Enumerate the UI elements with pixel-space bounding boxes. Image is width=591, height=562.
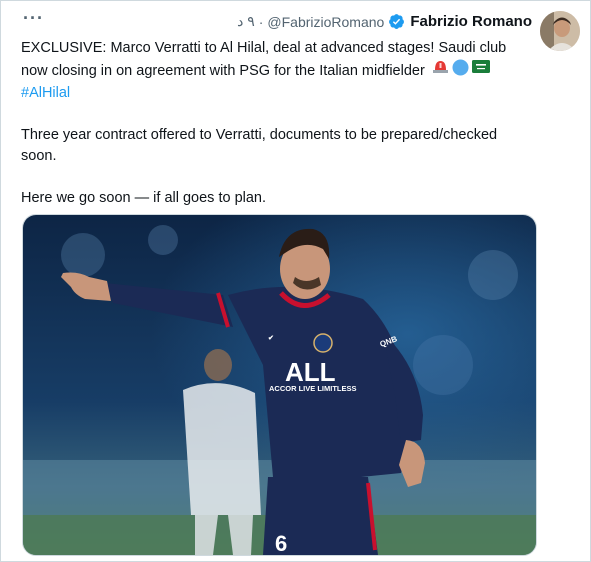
- author-name[interactable]: Fabrizio Romano: [410, 13, 532, 30]
- jersey-sponsor-line2: ACCOR LIVE LIMITLESS: [269, 384, 357, 393]
- header-separator: ·: [258, 13, 264, 30]
- tweet-card: ··· ٩ د · @FabrizioRomano Fabrizio Roman…: [0, 0, 591, 562]
- more-icon: ···: [23, 8, 44, 28]
- tweet-text: EXCLUSIVE: Marco Verratti to Al Hilal, d…: [21, 38, 521, 209]
- more-options-button[interactable]: ···: [23, 8, 44, 28]
- verified-badge-icon: [388, 13, 405, 30]
- tweet-header: ٩ د · @FabrizioRomano Fabrizio Romano: [237, 13, 532, 30]
- author-handle[interactable]: @FabrizioRomano: [267, 14, 384, 30]
- tweet-paragraph-2: Three year contract offered to Verratti,…: [21, 127, 498, 164]
- tweet-media-photo[interactable]: ✔ ALL ACCOR LIVE LIMITLESS QNB 6: [22, 214, 537, 556]
- jersey-number: 6: [275, 531, 287, 555]
- jersey-sponsor-line1: ALL: [285, 357, 336, 387]
- hashtag-link[interactable]: #AlHilal: [21, 85, 70, 101]
- emoji-group: [432, 59, 490, 83]
- saudi-flag-emoji-icon: [471, 59, 490, 83]
- avatar[interactable]: [540, 11, 580, 51]
- blue-circle-emoji-icon: [452, 59, 469, 83]
- tweet-timestamp[interactable]: ٩ د: [237, 13, 255, 30]
- tweet-paragraph-3: Here we go soon — if all goes to plan.: [21, 190, 267, 206]
- siren-emoji-icon: [432, 59, 449, 83]
- jersey-brand-mark: ✔: [268, 335, 274, 342]
